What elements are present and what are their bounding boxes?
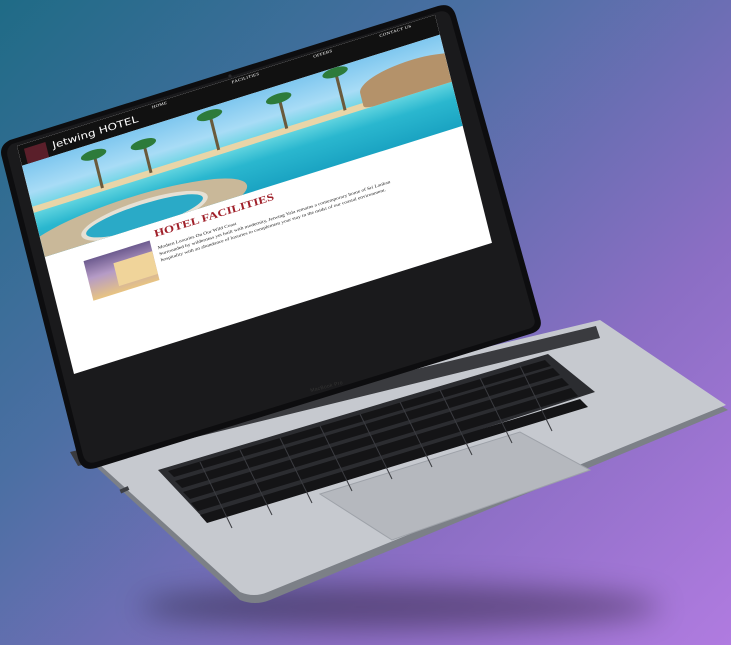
nav-contact-us[interactable]: CONTACT US [379,25,412,39]
nav-facilities[interactable]: FACILITIES [231,73,259,85]
nav-offers[interactable]: OFFERS [313,50,333,60]
website: Jetwing HOTEL HOME FACILITIES OFFERS CON… [17,14,492,374]
nav-home[interactable]: HOME [152,101,168,110]
building-image [113,251,158,287]
facility-thumbnail[interactable] [83,240,160,301]
hero-image [21,34,463,257]
palm-tree-icon [334,71,347,111]
screen: Jetwing HOTEL HOME FACILITIES OFFERS CON… [0,0,731,645]
palm-tree-icon [208,114,221,151]
